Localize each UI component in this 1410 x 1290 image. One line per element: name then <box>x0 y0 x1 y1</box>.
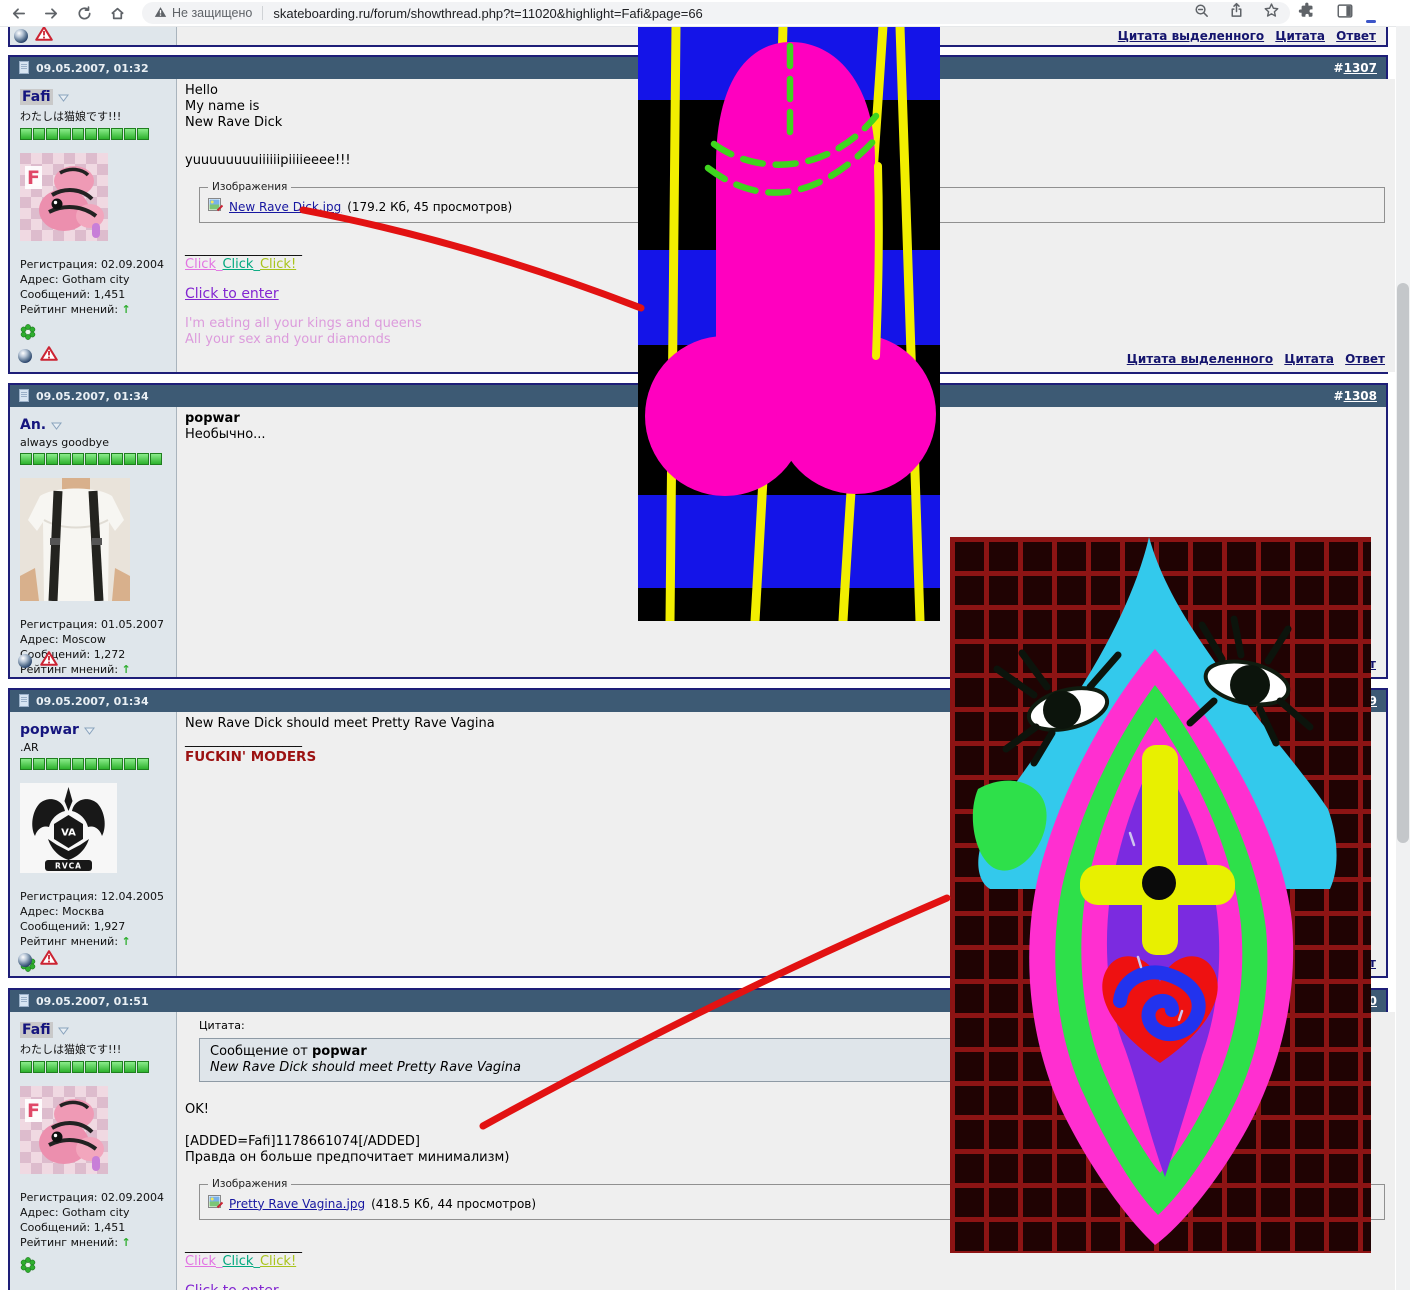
security-chip[interactable]: Не защищено <box>154 6 252 21</box>
address-bar[interactable]: Не защищено skateboarding.ru/forum/showt… <box>142 2 1290 24</box>
click-link-1[interactable]: Click <box>185 1254 216 1269</box>
scrollbar-thumb[interactable] <box>1397 283 1409 843</box>
share-icon[interactable] <box>1228 2 1245 24</box>
username-link[interactable]: Fafi <box>20 88 53 105</box>
attachments-legend: Изображения <box>212 181 288 193</box>
user-info: Регистрация: 12.04.2005 Адрес: Москва Со… <box>20 890 164 948</box>
user-info: Регистрация: 02.09.2004 Адрес: Gotham ci… <box>20 1191 164 1249</box>
browser-toolbar: Не защищено skateboarding.ru/forum/showt… <box>0 0 1410 27</box>
reply-link[interactable]: Ответ <box>1336 29 1376 43</box>
user-dropdown-icon[interactable] <box>51 415 63 434</box>
online-status-icon <box>18 952 32 967</box>
forward-icon[interactable] <box>43 5 60 22</box>
online-status-icon <box>18 348 32 363</box>
attachment-link[interactable]: Pretty Rave Vagina.jpg <box>229 1196 365 1212</box>
svg-text:VA: VA <box>61 828 76 839</box>
click-to-enter-link[interactable]: Click to enter <box>185 286 279 302</box>
forum-page: Цитата выделенного Цитата Ответ 09.05.20… <box>0 26 1410 1290</box>
quoted-author: popwar <box>312 1044 367 1059</box>
user-dropdown-icon[interactable] <box>57 1020 69 1039</box>
svg-text:RVCA: RVCA <box>55 862 82 871</box>
back-icon[interactable] <box>10 5 27 22</box>
quote-link[interactable]: Цитата <box>1275 29 1325 43</box>
click-link-3[interactable]: Click! <box>260 1254 296 1269</box>
online-status-icon <box>14 28 28 43</box>
click-to-enter-link[interactable]: Click to enter <box>185 1283 279 1290</box>
report-icon[interactable] <box>35 26 53 45</box>
post-number-link[interactable]: 1308 <box>1344 389 1377 403</box>
user-column: Fafi わたしは猫娘です!!! F Регистрация: 02.09.20… <box>10 1012 177 1290</box>
icq-flower-icon[interactable] <box>20 1257 176 1277</box>
report-icon[interactable] <box>40 651 58 670</box>
quote-selected-link[interactable]: Цитата выделенного <box>1127 352 1273 366</box>
quote-link[interactable]: Цитата <box>1284 352 1334 366</box>
click-link-2[interactable]: Click <box>222 1254 253 1269</box>
attachment-image-icon <box>208 197 224 216</box>
online-status-icon <box>18 653 32 668</box>
user-column: popwar .AR VA RVCA Регистрация: 12.04.20… <box>10 712 177 976</box>
avatar-fafi[interactable]: F <box>20 153 176 245</box>
post-page-icon <box>19 692 29 711</box>
click-link-1[interactable]: Click <box>185 257 216 272</box>
pretty-rave-vagina-drawing <box>950 537 1371 1257</box>
post-number-link[interactable]: 1307 <box>1344 61 1377 75</box>
avatar-popwar-rvca-crest[interactable]: VA RVCA <box>20 783 176 877</box>
attachment-link[interactable]: New Rave Dick.jpg <box>229 199 341 215</box>
click-link-3[interactable]: Click! <box>260 257 296 272</box>
user-info: Регистрация: 02.09.2004 Адрес: Gotham ci… <box>20 258 164 316</box>
attachments-legend: Изображения <box>212 1178 288 1190</box>
warning-icon <box>154 6 167 21</box>
avatar-an[interactable] <box>20 478 176 605</box>
rating-up-arrow: ↑ <box>121 663 131 676</box>
attachment-meta: (179.2 Кб, 45 просмотров) <box>347 199 513 214</box>
user-column: An. always goodbye Регистрация: 01.05.20… <box>10 407 177 677</box>
side-panel-icon[interactable] <box>1336 2 1354 25</box>
post-page-icon <box>19 992 29 1011</box>
report-icon[interactable] <box>40 346 58 365</box>
rating-up-arrow: ↑ <box>121 935 131 948</box>
bookmark-star-icon[interactable] <box>1263 2 1280 24</box>
attachment-image-icon <box>208 1194 224 1213</box>
url-text[interactable]: skateboarding.ru/forum/showthread.php?t=… <box>273 6 702 21</box>
user-dropdown-icon[interactable] <box>83 720 95 739</box>
reply-link[interactable]: Ответ <box>1345 352 1385 366</box>
rating-up-arrow: ↑ <box>121 303 131 316</box>
user-title: わたしは猫娘です!!! <box>20 110 122 123</box>
new-rave-dick-drawing <box>638 26 940 626</box>
zoom-out-icon[interactable] <box>1193 2 1210 24</box>
reputation-bar <box>20 1061 176 1073</box>
user-title: .AR <box>20 741 39 754</box>
reputation-bar <box>20 453 176 465</box>
security-label: Не защищено <box>172 6 253 20</box>
reputation-bar <box>20 758 176 770</box>
reputation-bar <box>20 128 176 140</box>
post-number: #1308 <box>1333 389 1377 403</box>
avatar-fafi[interactable]: F <box>20 1086 176 1178</box>
user-title: わたしは猫娘です!!! <box>20 1043 122 1056</box>
extensions-puzzle-icon[interactable] <box>1298 2 1316 25</box>
chip-divider <box>262 6 264 20</box>
user-dropdown-icon[interactable] <box>57 87 69 106</box>
icq-flower-icon[interactable] <box>20 324 176 344</box>
rating-up-arrow: ↑ <box>121 1236 131 1249</box>
scrollbar-track[interactable] <box>1396 26 1410 1290</box>
svg-text:F: F <box>27 1100 40 1122</box>
click-link-2[interactable]: Click <box>222 257 253 272</box>
post-page-icon <box>19 59 29 78</box>
svg-text:F: F <box>27 167 40 189</box>
profile-indicator[interactable] <box>1366 20 1376 23</box>
username-link[interactable]: popwar <box>20 722 79 738</box>
report-icon[interactable] <box>40 950 58 969</box>
reload-icon[interactable] <box>76 5 93 22</box>
attachment-meta: (418.5 Кб, 44 просмотров) <box>371 1196 537 1211</box>
user-title: always goodbye <box>20 436 109 449</box>
username-link[interactable]: An. <box>20 417 46 433</box>
post-number: #1307 <box>1333 61 1377 75</box>
user-column: Fafi わたしは猫娘です!!! F Регистрация: 02.09.20… <box>10 79 177 372</box>
quote-selected-link[interactable]: Цитата выделенного <box>1118 29 1264 43</box>
home-icon[interactable] <box>109 5 126 22</box>
username-link[interactable]: Fafi <box>20 1021 53 1038</box>
post-page-icon <box>19 387 29 406</box>
